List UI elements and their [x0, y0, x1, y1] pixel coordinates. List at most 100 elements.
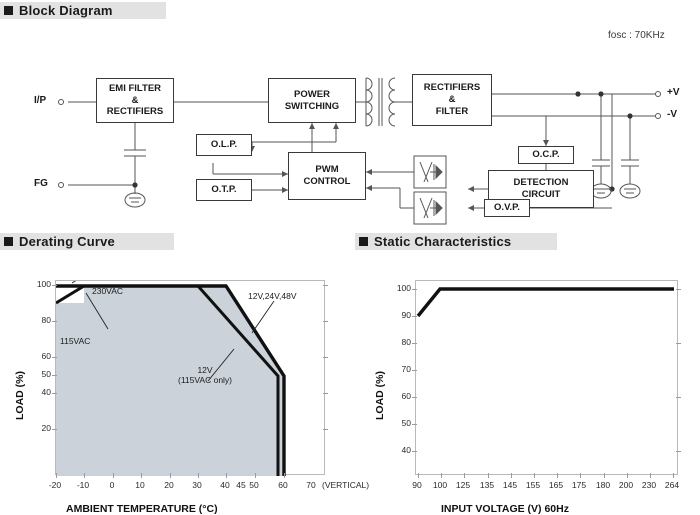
block-rectifiers-filter[interactable]: RECTIFIERS & FILTER	[412, 74, 492, 126]
section-header-static-characteristics: Static Characteristics	[355, 233, 557, 250]
block-detection-line-1: DETECTION	[513, 177, 569, 189]
derating-ylabel-100: 100	[36, 279, 51, 289]
derating-xlabel-60: 60	[278, 480, 288, 490]
block-ovp-label: O.V.P.	[494, 202, 520, 214]
static-xlabel-135: 135	[479, 480, 495, 490]
block-power-line-1: POWER	[294, 88, 330, 100]
static-ytick-60	[412, 397, 417, 398]
derating-xlabel-30: 30	[192, 480, 202, 490]
block-rect-line-2: &	[448, 94, 456, 106]
block-rect-line-1: RECTIFIERS	[423, 82, 481, 94]
block-rect-line-3: FILTER	[435, 105, 469, 117]
annotation-12v-line-1: 12V	[197, 365, 213, 375]
static-xlabel-125: 125	[455, 480, 471, 490]
annotation-230vac: 230VAC	[92, 286, 124, 296]
static-xlabel-200: 200	[618, 480, 634, 490]
block-emi-line-1: EMI FILTER	[108, 82, 162, 94]
static-xtick-230	[650, 473, 651, 478]
derating-ytick-right-20	[323, 429, 328, 430]
static-ylabel-60: 60	[401, 391, 411, 401]
static-xtick-145	[511, 473, 512, 478]
static-xtick-125	[464, 473, 465, 478]
derating-ytick-60	[52, 357, 57, 358]
annotation-12v-24v-48v: 12V,24V,48V	[248, 291, 297, 301]
static-ytick-100	[412, 289, 417, 290]
section-title-derating-curve: Derating Curve	[19, 234, 115, 249]
static-y-axis-title: LOAD (%)	[374, 371, 386, 420]
series-load-vs-input-voltage	[416, 287, 674, 318]
static-xtick-90	[418, 473, 419, 478]
block-pwm-line-2: CONTROL	[303, 176, 351, 187]
derating-ylabel-60: 60	[41, 351, 51, 361]
derating-xtick-m10	[84, 473, 85, 478]
block-olp-label: O.L.P.	[210, 139, 238, 151]
output-positive-label: +V	[667, 87, 680, 98]
filled-square-icon	[359, 237, 368, 246]
static-xlabel-90: 90	[412, 480, 422, 490]
section-title-static-characteristics: Static Characteristics	[374, 234, 512, 249]
input-terminal-label: I/P	[34, 95, 47, 106]
derating-ylabel-40: 40	[41, 387, 51, 397]
annotation-12v-line-2: (115VAC only)	[178, 375, 233, 386]
derating-ytick-right-60	[323, 357, 328, 358]
static-xtick-264	[673, 473, 674, 478]
derating-x-axis-title: AMBIENT TEMPERATURE (°C)	[66, 503, 218, 515]
output-negative-terminal[interactable]	[655, 113, 661, 119]
derating-curve-chart: 100 80 60 50 40 20 -20 -10 0 10 20 30 40…	[0, 255, 369, 515]
derating-ytick-50	[52, 375, 57, 376]
static-xtick-165	[557, 473, 558, 478]
derating-xlabel-70: 70	[306, 480, 316, 490]
fg-terminal[interactable]	[58, 182, 64, 188]
static-xlabel-155: 155	[525, 480, 541, 490]
derating-ytick-100	[52, 285, 57, 286]
static-xtick-200	[627, 473, 628, 478]
input-terminal[interactable]	[58, 99, 64, 105]
static-plot-area	[412, 280, 681, 478]
block-power-switching[interactable]: POWER SWITCHING	[268, 78, 356, 123]
block-ocp[interactable]: O.C.P.	[518, 146, 574, 164]
derating-xlabel-10: 10	[135, 480, 145, 490]
block-emi-line-3: RECTIFIERS	[106, 106, 164, 118]
static-ytick-70	[412, 370, 417, 371]
static-xtick-155	[534, 473, 535, 478]
static-xlabel-264: 264	[664, 480, 680, 490]
derating-xtick-50	[255, 473, 256, 478]
annotation-115vac: 115VAC	[60, 336, 91, 346]
static-xlabel-180: 180	[595, 480, 611, 490]
section-title-block-diagram: Block Diagram	[19, 3, 113, 18]
block-pwm-control[interactable]: PWM CONTROL	[288, 152, 366, 200]
derating-ytick-right-100	[323, 285, 328, 286]
static-ylabel-90: 90	[401, 310, 411, 320]
static-ylabel-80: 80	[401, 337, 411, 347]
static-characteristics-chart: 100 90 80 70 60 50 40 90 100 125 135 145…	[350, 255, 700, 515]
section-header-derating-curve: Derating Curve	[0, 233, 174, 250]
static-ytick-50	[412, 424, 417, 425]
output-positive-terminal[interactable]	[655, 91, 661, 97]
static-xtick-135	[488, 473, 489, 478]
block-ovp[interactable]: O.V.P.	[484, 199, 530, 217]
derating-ylabel-80: 80	[41, 315, 51, 325]
block-pwm-line-1: PWM	[315, 164, 339, 176]
static-xlabel-230: 230	[641, 480, 657, 490]
block-emi-filter-rectifiers[interactable]: EMI FILTER & RECTIFIERS	[96, 78, 174, 123]
derating-xtick-0	[113, 473, 114, 478]
static-ytick-right-100	[676, 289, 681, 290]
derating-xtick-30	[198, 473, 199, 478]
block-otp-label: O.T.P.	[211, 184, 237, 196]
static-xtick-180	[604, 473, 605, 478]
static-ylabel-70: 70	[401, 364, 411, 374]
static-x-axis-title: INPUT VOLTAGE (V) 60Hz	[441, 503, 569, 515]
derating-xtick-40	[226, 473, 227, 478]
filled-square-icon	[4, 237, 13, 246]
static-xtick-100	[441, 473, 442, 478]
static-xlabel-165: 165	[548, 480, 564, 490]
block-otp[interactable]: O.T.P.	[196, 179, 252, 201]
block-olp[interactable]: O.L.P.	[196, 134, 252, 156]
derating-ytick-20	[52, 429, 57, 430]
derating-ytick-right-80	[323, 321, 328, 322]
filled-square-icon	[4, 6, 13, 15]
derating-ytick-40	[52, 393, 57, 394]
static-ylabel-100: 100	[396, 283, 411, 293]
static-xlabel-175: 175	[571, 480, 587, 490]
derating-ytick-right-40	[323, 393, 328, 394]
